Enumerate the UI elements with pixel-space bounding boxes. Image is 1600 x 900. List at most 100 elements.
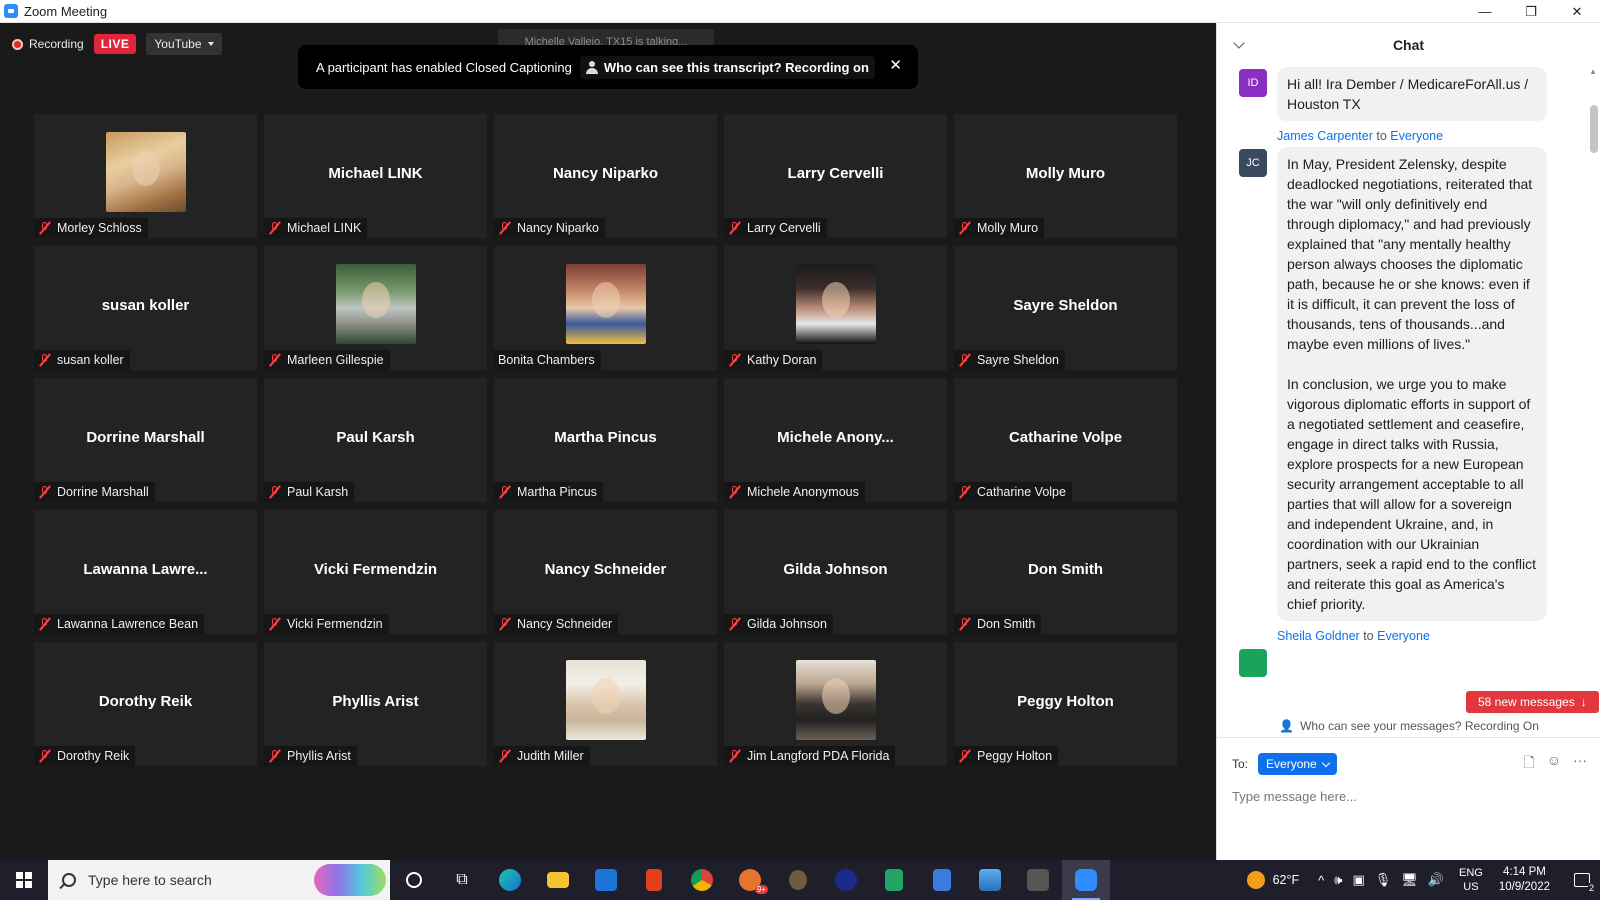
muted-mic-icon [38,353,52,367]
scroll-up-icon[interactable]: ▲ [1589,67,1597,76]
participant-tile[interactable]: Michael LINK Michael LINK [264,114,487,238]
participant-tile[interactable]: Larry Cervelli Larry Cervelli [724,114,947,238]
participant-tile[interactable]: Nancy Niparko Nancy Niparko [494,114,717,238]
store-icon[interactable] [582,860,630,900]
cortana-icon[interactable] [390,860,438,900]
skype-icon[interactable]: 9+ [726,860,774,900]
notification-center-button[interactable]: 2 [1564,860,1600,900]
weather-widget[interactable]: 62°F [1246,871,1299,889]
search-placeholder: Type here to search [88,872,212,888]
language-indicator[interactable]: ENG US [1459,866,1483,894]
face-silhouette [361,282,390,318]
participant-name: Catharine Volpe [977,485,1066,499]
participant-name-tag: Jim Langford PDA Florida [724,746,896,766]
participant-name-tag: Michael LINK [264,218,368,238]
participant-tile[interactable]: Molly Muro Molly Muro [954,114,1177,238]
sender-name[interactable]: James Carpenter [1277,129,1373,143]
new-messages-button[interactable]: 58 new messages ↓ [1466,691,1599,713]
photos-icon[interactable] [966,860,1014,900]
muted-mic-icon [38,221,52,235]
network-icon[interactable]: 🖥 [1401,872,1418,888]
recipient-dropdown[interactable]: Everyone [1258,753,1337,775]
participant-tile[interactable]: Jim Langford PDA Florida [724,642,947,766]
chevron-down-icon[interactable] [1233,37,1245,49]
start-button[interactable] [0,860,48,900]
participant-tile[interactable]: Sayre Sheldon Sayre Sheldon [954,246,1177,370]
more-icon[interactable]: ··· [1573,752,1587,776]
participant-name: Dorothy Reik [57,749,130,763]
edge-icon[interactable] [486,860,534,900]
message-bubble: In May, President Zelensky, despite dead… [1277,147,1547,621]
participant-tile[interactable]: Judith Miller [494,642,717,766]
participant-display-name: Michele Anony... [777,428,894,446]
participant-tile[interactable]: Kathy Doran [724,246,947,370]
recipient-value: Everyone [1266,757,1317,771]
participant-tile[interactable]: Martha Pincus Martha Pincus [494,378,717,502]
participant-tile[interactable]: Morley Schloss [34,114,257,238]
microphone-icon[interactable]: 🎙 [1375,872,1392,888]
participant-tile[interactable]: Bonita Chambers [494,246,717,370]
chat-scrollbar[interactable] [1590,105,1598,153]
participant-tile[interactable]: Marleen Gillespie [264,246,487,370]
office-icon[interactable] [630,860,678,900]
participant-tile[interactable]: Dorrine Marshall Dorrine Marshall [34,378,257,502]
participant-tile[interactable]: susan koller susan koller [34,246,257,370]
cc-close-button[interactable]: ✕ [889,57,902,75]
sender-name[interactable]: Sheila Goldner [1277,629,1360,643]
app-icon[interactable] [1014,860,1062,900]
file-explorer-icon[interactable] [534,860,582,900]
face-silhouette [131,150,160,186]
cc-transcript-link[interactable]: Who can see this transcript? Recording o… [579,55,875,79]
close-button[interactable]: ✕ [1554,0,1600,23]
participant-tile[interactable]: Michele Anony... Michele Anonymous [724,378,947,502]
clock[interactable]: 4:14 PM 10/9/2022 [1499,865,1550,895]
docs-icon[interactable] [918,860,966,900]
participant-name: Vicki Fermendzin [287,617,383,631]
participant-tile[interactable]: Lawanna Lawre... Lawanna Lawrence Bean [34,510,257,634]
participant-tile[interactable]: Nancy Schneider Nancy Schneider [494,510,717,634]
participant-display-name: Peggy Holton [1017,692,1114,710]
participant-name-tag: Kathy Doran [724,350,823,370]
to-word: to [1363,629,1374,643]
participant-name-tag: Martha Pincus [494,482,603,502]
recipient-name[interactable]: Everyone [1377,629,1430,643]
chat-message: ID Hi all! Ira Dember / MedicareForAll.u… [1217,67,1589,121]
emoji-icon[interactable]: ☺ [1547,752,1561,776]
minimize-button[interactable]: — [1462,0,1508,23]
system-tray: 62°F ^ 🕪 ▣ 🎙 🖥 🔊 ENG US 4:14 PM 10/9/202… [1246,860,1600,900]
volume-icon[interactable]: 🔊 [1428,872,1444,888]
participant-display-name: Larry Cervelli [787,164,884,182]
file-icon[interactable]: 🗋 [1523,752,1534,776]
participant-tile[interactable]: Gilda Johnson Gilda Johnson [724,510,947,634]
zoom-taskbar-icon[interactable] [1062,860,1110,900]
sheets-icon[interactable] [870,860,918,900]
chat-input[interactable] [1232,783,1587,809]
new-messages-label: 58 new messages [1478,695,1575,709]
participant-tile[interactable]: Paul Karsh Paul Karsh [264,378,487,502]
muted-mic-icon [728,353,742,367]
muted-mic-icon [268,485,282,499]
chrome-icon[interactable] [678,860,726,900]
participant-tile[interactable]: Vicki Fermendzin Vicki Fermendzin [264,510,487,634]
chevron-up-icon[interactable]: ^ [1318,873,1324,888]
muted-mic-icon [958,617,972,631]
stream-label: YouTube [154,37,202,51]
participant-tile[interactable]: Dorothy Reik Dorothy Reik [34,642,257,766]
participant-tile[interactable]: Phyllis Arist Phyllis Arist [264,642,487,766]
participant-display-name: Sayre Sheldon [1013,296,1118,314]
who-can-see-messages[interactable]: 👤 Who can see your messages? Recording O… [1217,719,1600,733]
participant-tile[interactable]: Don Smith Don Smith [954,510,1177,634]
task-view-icon[interactable]: ⧉ [438,860,486,900]
participant-tile[interactable]: Peggy Holton Peggy Holton [954,642,1177,766]
app-icon[interactable] [774,860,822,900]
participant-tile[interactable]: Catharine Volpe Catharine Volpe [954,378,1177,502]
restore-button[interactable]: ❐ [1508,0,1554,23]
participant-name: Don Smith [977,617,1036,631]
app-icon[interactable] [822,860,870,900]
participant-name-tag: Catharine Volpe [954,482,1072,502]
taskbar-search[interactable]: Type here to search [48,860,390,900]
stream-dropdown[interactable]: YouTube [146,33,222,55]
recipient-name[interactable]: Everyone [1390,129,1443,143]
device-icon[interactable]: ▣ [1352,872,1364,888]
volume-icon[interactable]: 🕪 [1334,872,1342,888]
